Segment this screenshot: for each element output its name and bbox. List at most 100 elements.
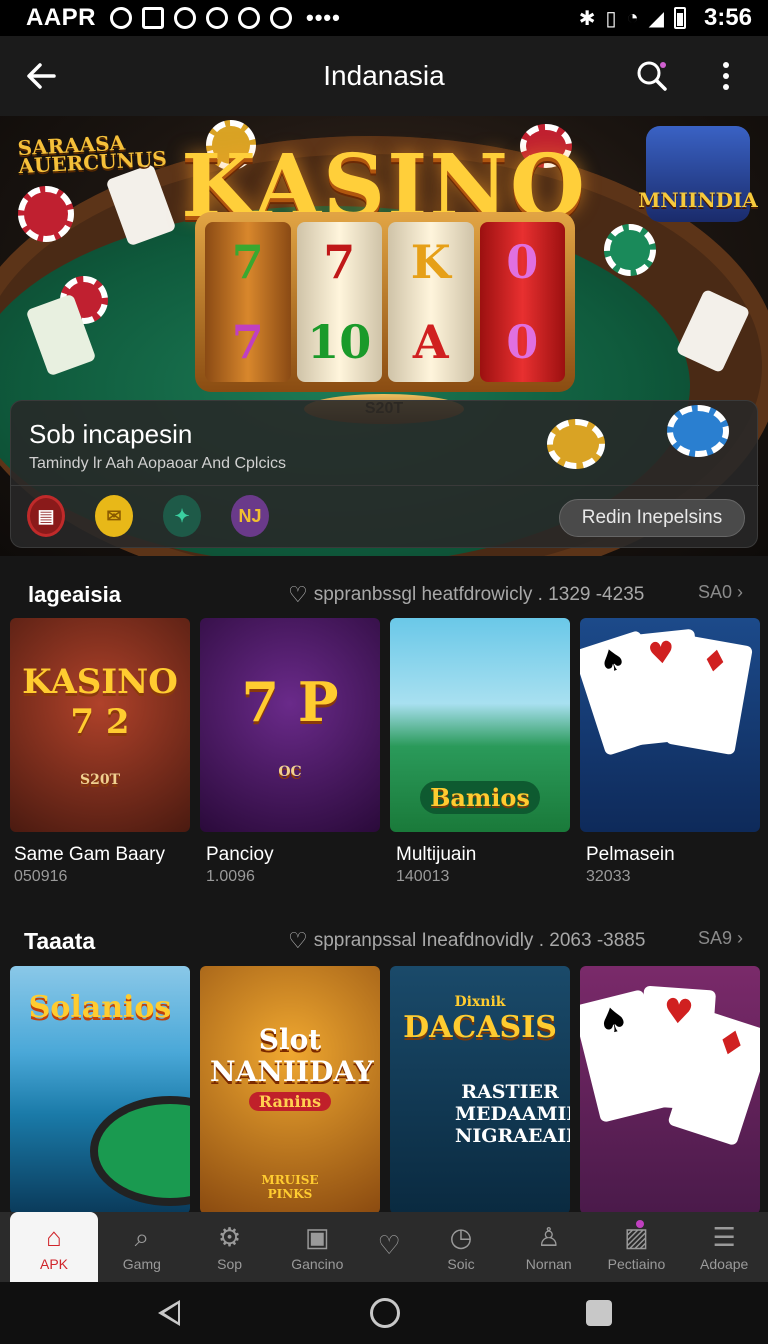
heart-icon: ♡ xyxy=(377,1230,401,1260)
nav-item-nornan[interactable]: ♙ Nornan xyxy=(505,1212,593,1282)
section-header: Taaata ♡ sppranpssal Ineafdnovidly . 206… xyxy=(0,920,768,960)
slot-machine-icon[interactable]: ▤ xyxy=(27,495,65,537)
search-icon[interactable] xyxy=(636,60,668,92)
nav-item-adoape[interactable]: ☰ Adoape xyxy=(680,1212,768,1282)
coin-icon[interactable]: ✉ xyxy=(95,495,133,537)
nav-item-favorites[interactable]: ♡ xyxy=(361,1212,417,1282)
nav-item-sop[interactable]: ⚙ Sop xyxy=(186,1212,274,1282)
home-icon: ⌂ xyxy=(46,1222,62,1252)
tile-art-text: KASINO 7 2 xyxy=(22,662,178,742)
game-count: 32033 xyxy=(586,868,631,885)
tile-caption: PINKS xyxy=(267,1187,313,1201)
promo-subtitle: Tamindy lr Aah Aopaoar And Cplcics xyxy=(29,455,287,472)
chip-graphic xyxy=(547,419,605,469)
vibrate-icon: ▯ xyxy=(605,7,617,30)
card-fan-graphic: ♠ ♥ ♦ xyxy=(580,618,760,832)
card-fan-graphic: ♠ ♥ ♦ xyxy=(580,966,760,1214)
game-title[interactable]: Pancioy xyxy=(206,844,274,866)
chip-graphic xyxy=(667,405,729,457)
tile-subtitle: RASTIER MEDAAMIN NIGRAEAIN xyxy=(455,1081,570,1147)
tile-art-text: Solanios xyxy=(28,990,172,1025)
hero-badge-left: SARAASA AUERCUNUS xyxy=(16,130,168,179)
overflow-menu-icon[interactable] xyxy=(714,58,738,94)
game-title[interactable]: Same Gam Baary xyxy=(14,844,165,866)
game-count: 140013 xyxy=(396,868,450,885)
gear-icon: ⚙ xyxy=(217,1222,242,1252)
section-header: lageaisia ♡ sppranbssgl heatfdrowicly . … xyxy=(0,574,768,614)
nav-item-gancino[interactable]: ▣ Gancino xyxy=(273,1212,361,1282)
system-recents-icon[interactable] xyxy=(586,1300,612,1326)
heart-icon[interactable]: ♡ xyxy=(288,582,308,608)
tile-plate: OC xyxy=(278,764,302,780)
game-tile[interactable]: Dixnik DACASIS RASTIER MEDAAMIN NIGRAEAI… xyxy=(390,966,570,1214)
wifi-icon: ◔ xyxy=(626,6,639,29)
tile-art-text: DACASIS xyxy=(403,1010,557,1045)
app-screen: AAPR •••• ✱ ▯ ◔ ◢ 3:56 Indanasia KASINO … xyxy=(0,0,768,1344)
leaf-chip-icon[interactable]: ✦ xyxy=(163,495,201,537)
battery-icon xyxy=(673,7,686,29)
see-all-link[interactable]: SA0 › xyxy=(698,582,743,603)
clock-icon xyxy=(174,7,197,29)
document-icon: ▣ xyxy=(305,1222,330,1252)
section-title: lageaisia xyxy=(28,582,121,607)
bottom-navigation: ⌂ APK ⌕ Gamg ⚙ Sop ▣ Gancino ♡ ◷ Soic ♙ … xyxy=(0,1212,768,1282)
game-tile[interactable]: Solanios xyxy=(10,966,190,1214)
nav-item-pectiaino[interactable]: ▨ Pectiaino xyxy=(593,1212,681,1282)
game-tile[interactable]: ♠ ♥ ♦ xyxy=(580,966,760,1214)
tile-plate: S20T xyxy=(79,772,120,788)
slot-reel: 7 7 xyxy=(205,222,291,382)
tile-art-text: Bamios xyxy=(420,781,540,814)
nav-item-gamg[interactable]: ⌕ Gamg xyxy=(98,1212,186,1282)
promo-title: Sob incapesin xyxy=(29,419,193,449)
section-meta: ♡ sppranpssal Ineafdnovidly . 2063 -3885 xyxy=(288,928,646,954)
tile-art-text: 7 P xyxy=(241,670,339,734)
game-tile[interactable]: KASINO 7 2 S20T xyxy=(10,618,190,832)
menu-icon: ☰ xyxy=(712,1222,736,1252)
hero-badge-right: MNIINDIA xyxy=(638,126,758,222)
tile-subtitle: Ranins xyxy=(248,1092,332,1111)
slot-reel: 0 0 xyxy=(479,222,565,382)
brightness-icon xyxy=(110,7,133,29)
section-title: Taaata xyxy=(24,928,96,954)
promo-card[interactable]: Sob incapesin Tamindy lr Aah Aopaoar And… xyxy=(10,400,759,548)
clock-icon: ◷ xyxy=(449,1222,473,1252)
game-tile[interactable]: 7 P OC xyxy=(200,618,380,832)
bolt-icon xyxy=(270,7,293,29)
bluetooth-icon: ✱ xyxy=(578,7,596,30)
tile-caption: MRUISE xyxy=(261,1173,319,1187)
game-title[interactable]: Multijuain xyxy=(396,844,476,866)
slot-machine-graphic: 7 7 7 10 K A 0 0 xyxy=(195,212,575,392)
system-navigation-bar xyxy=(0,1282,768,1344)
tile-caption: Dixnik xyxy=(454,994,506,1010)
slot-reel: 7 10 xyxy=(296,222,382,382)
game-tile[interactable]: Slot NANIIDAY Ranins MRUISE PINKS xyxy=(200,966,380,1214)
game-title[interactable]: Pelmasein xyxy=(586,844,675,866)
user-icon: ♙ xyxy=(537,1222,561,1252)
game-list: KASINO 7 2 S20T 7 P OC Bamios ♠ ♥ ♦ xyxy=(10,618,760,832)
heart-icon[interactable]: ♡ xyxy=(288,928,308,954)
see-all-link[interactable]: SA9 › xyxy=(698,928,743,949)
section-meta: ♡ sppranbssgl heatfdrowicly . 1329 -4235 xyxy=(288,582,645,608)
system-back-icon[interactable] xyxy=(158,1300,180,1326)
slot-reel: K A xyxy=(388,222,474,382)
system-icons: ✱ ▯ ◔ ◢ 3:56 xyxy=(579,4,752,32)
app-bar: Indanasia xyxy=(0,36,768,116)
game-count: 050916 xyxy=(14,868,68,885)
divider xyxy=(11,485,759,486)
nav-item-apk[interactable]: ⌂ APK xyxy=(10,1212,98,1282)
tile-art-text: Slot NANIIDAY xyxy=(210,1023,374,1088)
purple-chip-icon[interactable]: NJ xyxy=(231,495,269,537)
search-icon: ⌕ xyxy=(134,1222,150,1252)
image-icon xyxy=(142,7,165,29)
more-notifications-icon: •••• xyxy=(306,5,341,30)
notification-icons: •••• xyxy=(110,5,341,31)
redeem-button[interactable]: Redin Inepelsins xyxy=(559,499,745,537)
shield-icon xyxy=(206,7,229,29)
alarm-icon xyxy=(238,7,261,29)
game-tile[interactable]: Bamios xyxy=(390,618,570,832)
game-count: 1.0096 xyxy=(206,868,255,885)
system-home-icon[interactable] xyxy=(370,1298,400,1328)
game-tile[interactable]: ♠ ♥ ♦ xyxy=(580,618,760,832)
signal-icon: ◢ xyxy=(648,7,664,30)
nav-item-soic[interactable]: ◷ Soic xyxy=(417,1212,505,1282)
